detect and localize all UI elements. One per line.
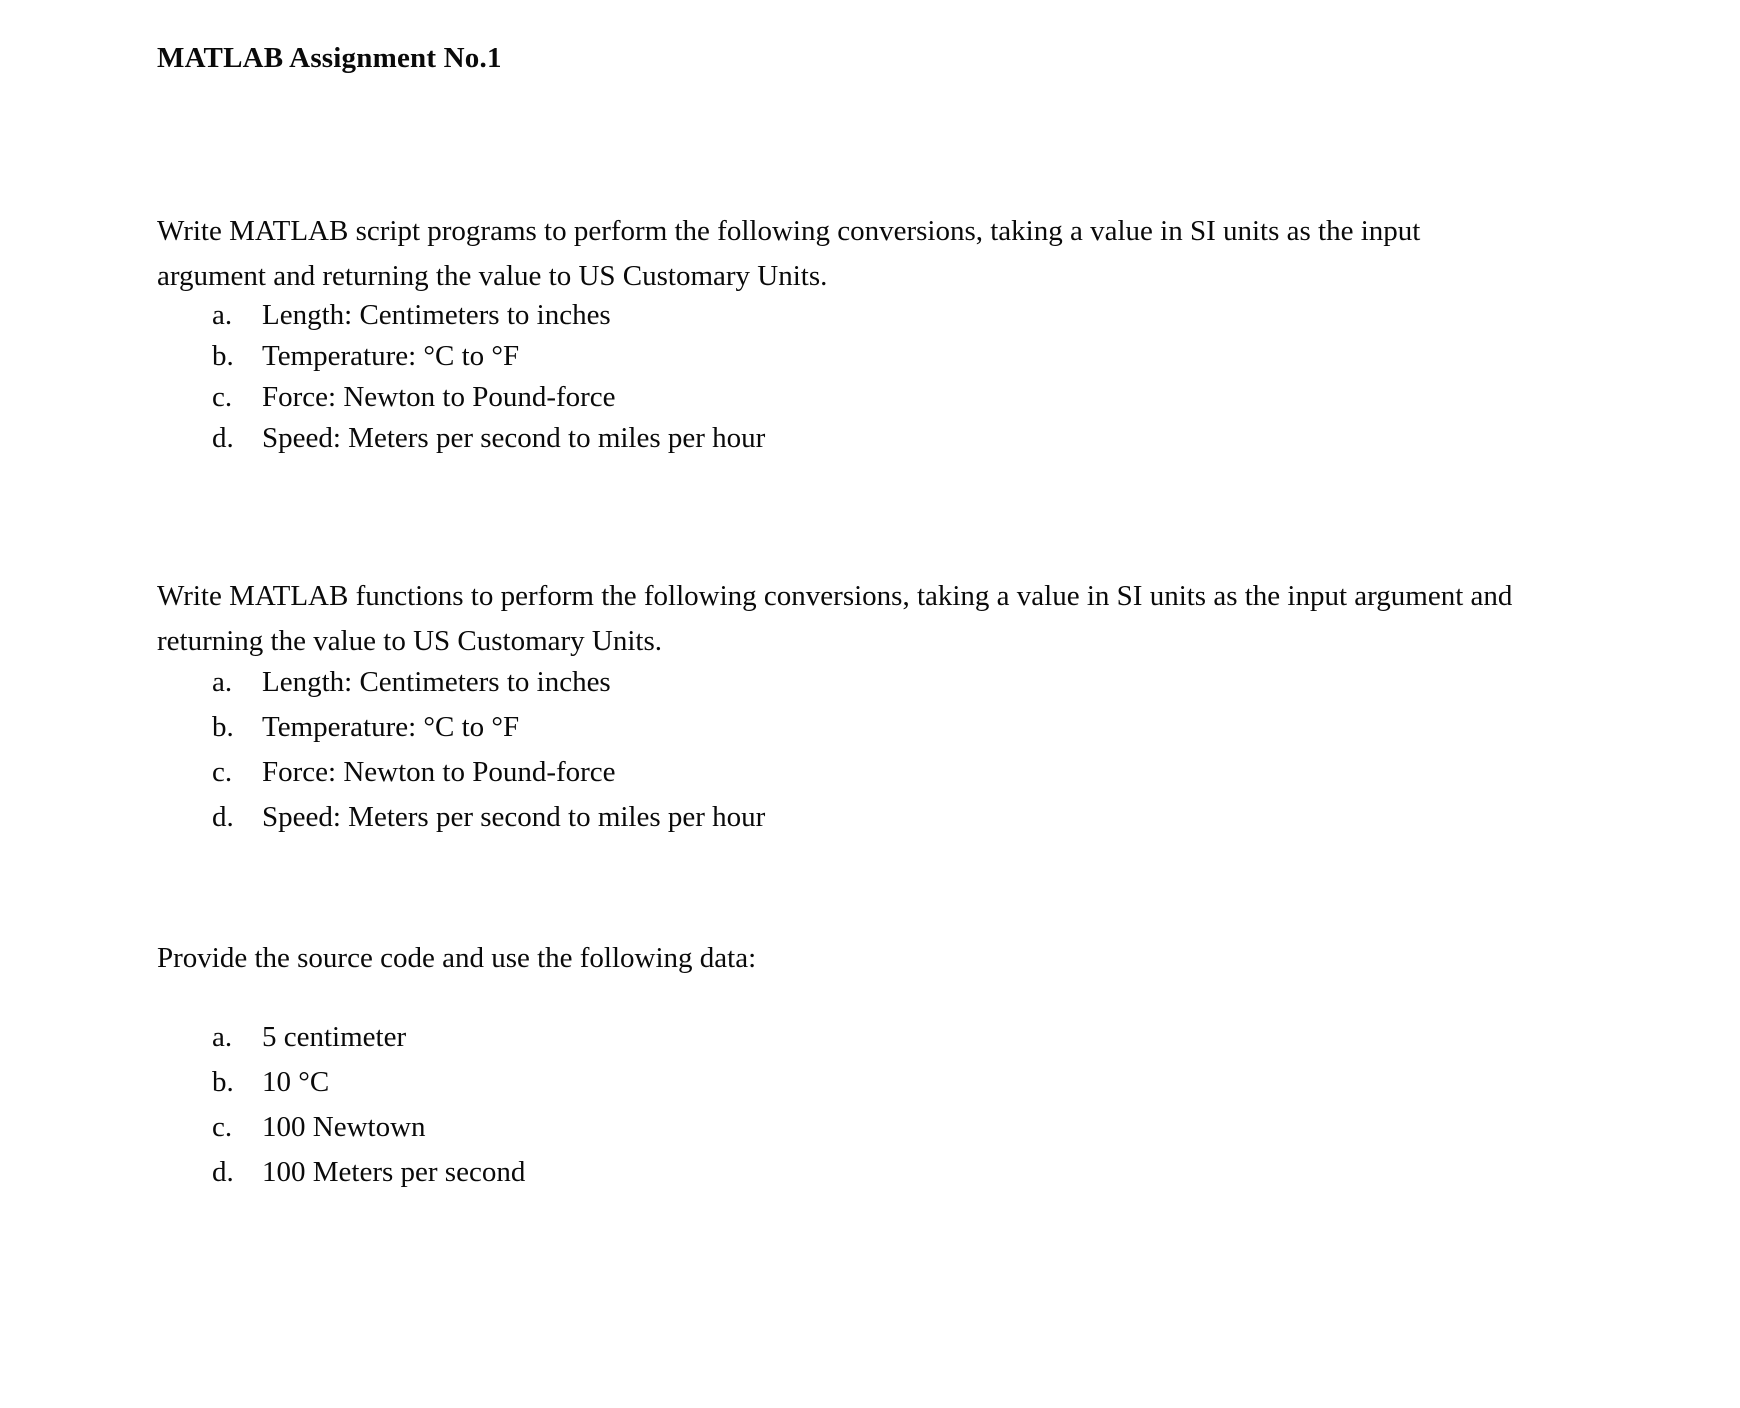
list-item: a. Length: Centimeters to inches — [157, 660, 765, 705]
list-item-label: 5 centimeter — [262, 1021, 407, 1053]
list-item: c. Force: Newton to Pound-force — [157, 377, 765, 418]
list-item: c. Force: Newton to Pound-force — [157, 750, 765, 795]
list-item-label: Length: Centimeters to inches — [262, 666, 611, 698]
list-item: b. Temperature: °C to °F — [157, 705, 765, 750]
list-marker: c. — [212, 381, 233, 413]
list-item-label: Speed: Meters per second to miles per ho… — [262, 801, 766, 833]
list-item: d. Speed: Meters per second to miles per… — [157, 418, 765, 459]
list-item-label: 100 Newtown — [262, 1111, 426, 1143]
list-marker: a. — [212, 666, 233, 698]
list-item-label: Force: Newton to Pound-force — [262, 381, 616, 413]
functions-instruction-paragraph: Write MATLAB functions to perform the fo… — [157, 580, 1513, 657]
list-marker: d. — [212, 422, 234, 454]
list-item: a. 5 centimeter — [157, 1015, 525, 1060]
list-item-label: Temperature: °C to °F — [262, 711, 520, 743]
list-item: a. Length: Centimeters to inches — [157, 295, 765, 336]
list-marker: a. — [212, 1021, 233, 1053]
list-item: b. Temperature: °C to °F — [157, 336, 765, 377]
list-item-label: 10 °C — [262, 1066, 330, 1098]
data-instruction-paragraph: Provide the source code and use the foll… — [157, 942, 757, 974]
scripts-instruction-paragraph: Write MATLAB script programs to perform … — [157, 215, 1421, 292]
list-item: b. 10 °C — [157, 1060, 525, 1105]
list-marker: c. — [212, 756, 233, 788]
scripts-conversion-list: a. Length: Centimeters to inches b. Temp… — [157, 295, 765, 459]
list-marker: d. — [212, 801, 234, 833]
list-marker: a. — [212, 299, 233, 331]
list-marker: b. — [212, 340, 234, 372]
document-page: MATLAB Assignment No.1 Write MATLAB scri… — [0, 0, 1740, 1408]
sample-data-list: a. 5 centimeter b. 10 °C c. 100 Newtown … — [157, 1015, 525, 1195]
page-title: MATLAB Assignment No.1 — [157, 42, 502, 75]
list-item-label: Force: Newton to Pound-force — [262, 756, 616, 788]
list-item-label: Speed: Meters per second to miles per ho… — [262, 422, 766, 454]
list-item: c. 100 Newtown — [157, 1105, 525, 1150]
list-item-label: Temperature: °C to °F — [262, 340, 520, 372]
list-marker: b. — [212, 711, 234, 743]
functions-conversion-list: a. Length: Centimeters to inches b. Temp… — [157, 660, 765, 840]
list-marker: b. — [212, 1066, 234, 1098]
list-item-label: Length: Centimeters to inches — [262, 299, 611, 331]
list-marker: c. — [212, 1111, 233, 1143]
list-item: d. 100 Meters per second — [157, 1150, 525, 1195]
list-item-label: 100 Meters per second — [262, 1156, 526, 1188]
list-marker: d. — [212, 1156, 234, 1188]
list-item: d. Speed: Meters per second to miles per… — [157, 795, 765, 840]
